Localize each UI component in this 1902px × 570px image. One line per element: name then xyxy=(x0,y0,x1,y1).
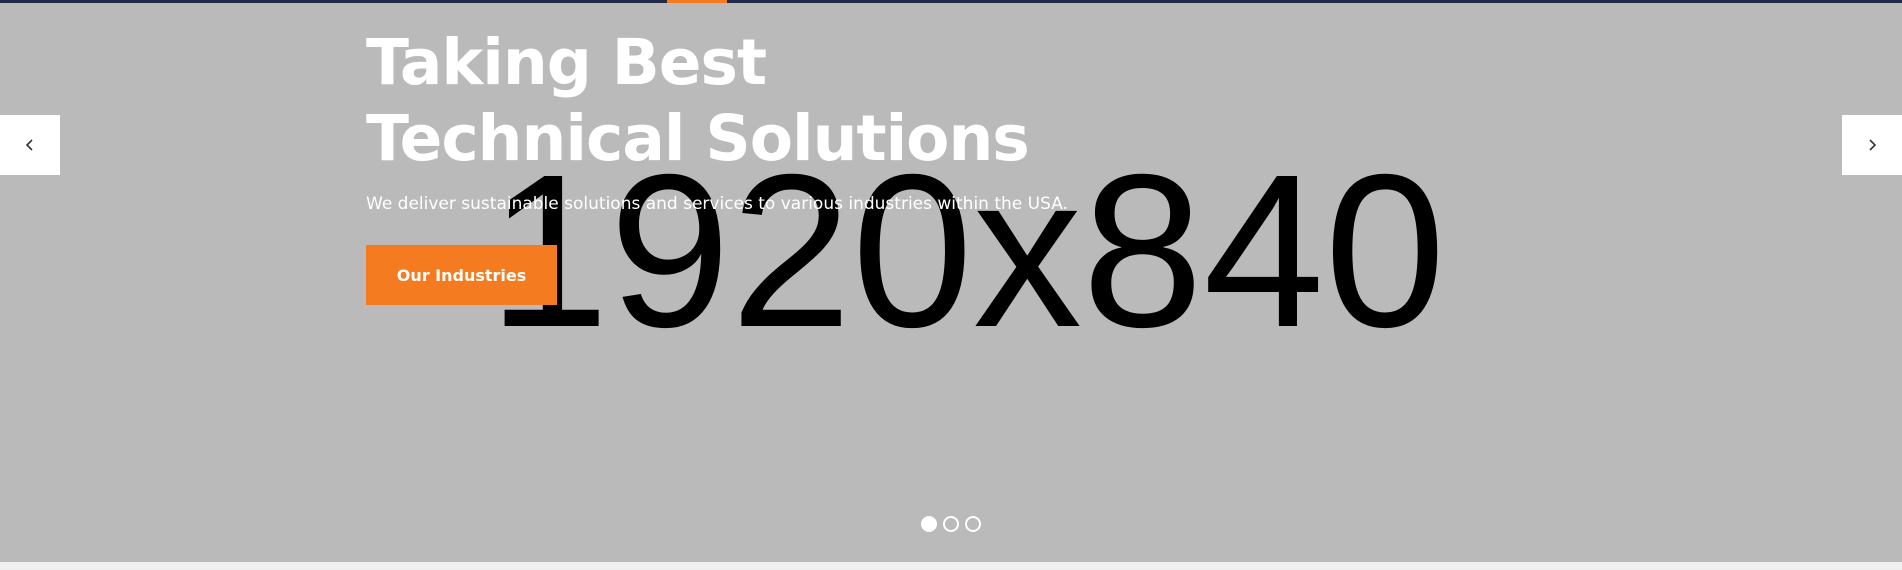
slider-dot-2[interactable] xyxy=(943,516,959,532)
chevron-left-icon xyxy=(25,139,33,151)
slider-dot-1[interactable] xyxy=(921,516,937,532)
section-divider xyxy=(0,562,1902,570)
slide-subtitle: We deliver sustainable solutions and ser… xyxy=(366,194,1068,214)
slide-title: Taking Best Technical Solutions xyxy=(366,25,1166,177)
slider-pagination xyxy=(921,516,981,532)
slide-title-line-1: Taking Best xyxy=(366,26,767,99)
slide-content: Taking Best Technical Solutions We deliv… xyxy=(366,25,1166,305)
slide-title-line-2: Technical Solutions xyxy=(366,102,1030,175)
chevron-right-icon xyxy=(1869,139,1877,151)
slider-next-button[interactable] xyxy=(1842,115,1902,175)
our-industries-button[interactable]: Our Industries xyxy=(366,245,557,305)
hero-slider: 1920x840 Taking Best Technical Solutions… xyxy=(0,3,1902,562)
slider-prev-button[interactable] xyxy=(0,115,60,175)
slider-dot-3[interactable] xyxy=(965,516,981,532)
